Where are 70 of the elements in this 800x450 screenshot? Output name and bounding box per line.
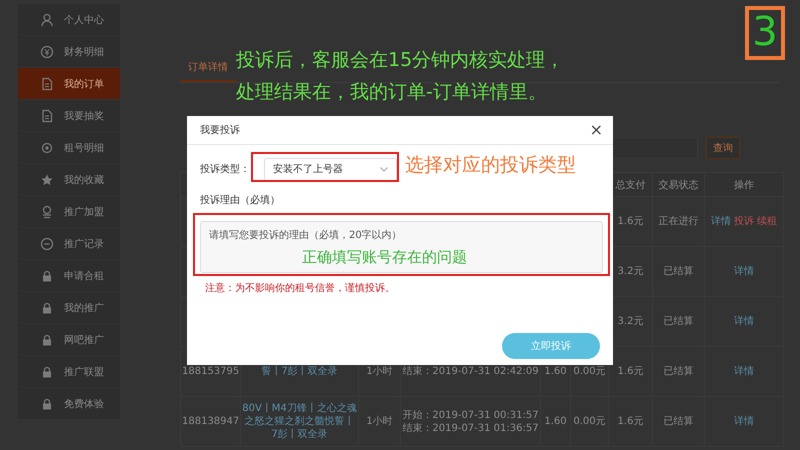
- table-cell-text: 1.60: [544, 416, 567, 427]
- tab[interactable]: 订单详情: [180, 56, 236, 82]
- sidebar-item[interactable]: 我的收藏: [18, 164, 120, 196]
- action-link[interactable]: 续租: [757, 216, 778, 227]
- star-icon: [40, 172, 54, 186]
- sidebar-item[interactable]: 我的推广: [18, 292, 120, 324]
- table-cell-text: 3.2元: [618, 266, 644, 277]
- field-label: 投诉理由（必填）: [200, 194, 281, 207]
- action-link[interactable]: 投诉: [734, 216, 754, 227]
- annotation-text: 选择对应的投诉类型: [405, 153, 576, 178]
- table-cell-text: 1.6元: [618, 366, 644, 377]
- table-cell-text: 已结算: [664, 266, 694, 277]
- table-cell-text: 1.6元: [618, 416, 644, 427]
- minus-circle-icon: [40, 236, 54, 250]
- badge-icon: [40, 204, 54, 218]
- annotation-text: 投诉后，客服会在15分钟内核实处理，: [236, 48, 564, 73]
- field-label: 投诉类型：: [200, 162, 250, 176]
- search-button[interactable]: 查询: [706, 137, 740, 159]
- sidebar-item[interactable]: 个人中心: [18, 4, 120, 36]
- table-cell-text: 1小时: [366, 366, 393, 377]
- person-icon: [40, 12, 54, 26]
- table-cell-text: 1.60: [544, 366, 567, 377]
- sidebar-item[interactable]: 网吧推广: [18, 324, 120, 356]
- complaint-type-dropdown[interactable]: 安装不了上号器: [264, 158, 397, 180]
- time-range: 结束：2019-07-31 02:42:09: [402, 365, 539, 378]
- table-cell-text: 已结算: [664, 416, 694, 427]
- time-range: 开始：2019-07-31 00:31:57 结束：2019-07-31 01:36:57: [402, 408, 539, 434]
- annotation-text: 处理结果在，我的订单-订单详情里。: [236, 80, 548, 105]
- column-header: 交易状态: [658, 180, 698, 190]
- lock-icon: [40, 268, 54, 282]
- sidebar-item[interactable]: 免费体验: [18, 388, 120, 420]
- table-cell-text: 已结算: [664, 316, 694, 327]
- lock-icon: [40, 332, 54, 346]
- table-cell-text: 0.00元: [573, 366, 606, 377]
- dialog-title: 我要投诉: [200, 124, 240, 137]
- close-button[interactable]: ×: [590, 122, 603, 138]
- table-cell-text: 188138947: [182, 416, 240, 427]
- sidebar-item[interactable]: 推广记录: [18, 228, 120, 260]
- sidebar-item[interactable]: 我的订单: [18, 68, 120, 100]
- warning-text: 注意：为不影响你的租号信誉，谨慎投诉。: [204, 282, 396, 295]
- column-header: 总支付: [616, 180, 646, 190]
- column-header: 操作: [734, 180, 754, 190]
- table-cell-text: 1小时: [366, 416, 393, 427]
- action-link[interactable]: 详情: [710, 216, 731, 227]
- action-link[interactable]: 详情: [734, 316, 754, 327]
- table-cell-text: 3.2元: [618, 316, 644, 327]
- table-cell-text: 0.00元: [573, 416, 606, 427]
- table-cell-text: 1.6元: [618, 216, 644, 227]
- annotation-text: 正确填写账号存在的问题: [302, 247, 467, 268]
- action-link[interactable]: 详情: [734, 266, 754, 277]
- lock-icon: [40, 364, 54, 378]
- sidebar-item[interactable]: 租号明细: [18, 132, 120, 164]
- action-link[interactable]: 详情: [734, 416, 754, 427]
- caret-icon: [380, 166, 388, 172]
- target-icon: [40, 140, 54, 154]
- sidebar-item[interactable]: 推广加盟: [18, 196, 120, 228]
- sidebar-item[interactable]: 我要抽奖: [18, 100, 120, 132]
- table-cell-text: 已结算: [664, 366, 694, 377]
- lock-icon: [40, 300, 54, 314]
- lock-icon: [40, 396, 54, 410]
- yen-coin-icon: [40, 44, 54, 58]
- table-cell-text: 188153795: [182, 366, 240, 377]
- document-icon: [40, 108, 54, 122]
- sidebar-item[interactable]: 推广联盟: [18, 356, 120, 388]
- step-number: 3: [745, 6, 785, 60]
- sidebar-item[interactable]: 申请合租: [18, 260, 120, 292]
- action-link[interactable]: 详情: [734, 366, 754, 377]
- submit-button[interactable]: 立即投诉: [502, 333, 600, 359]
- table-cell-text: 正在进行: [658, 216, 698, 227]
- document-icon: [40, 76, 54, 90]
